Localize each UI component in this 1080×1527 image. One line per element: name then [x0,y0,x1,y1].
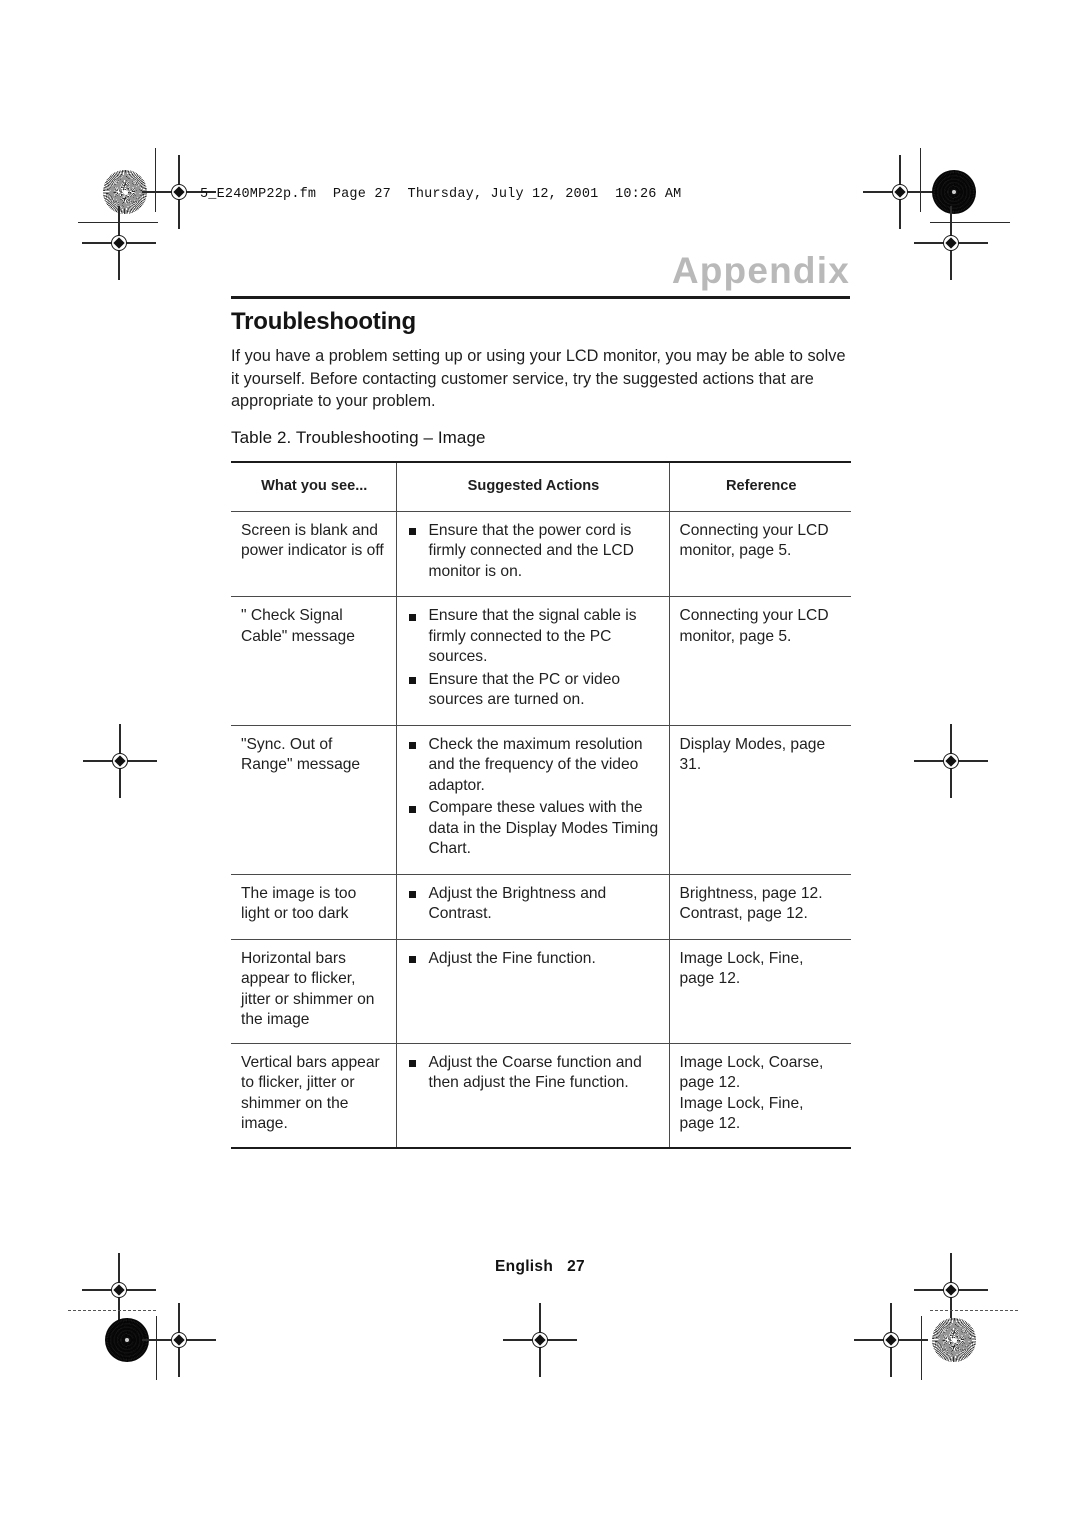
crop-rule-vertical [921,1316,923,1380]
intro-paragraph: If you have a problem setting up or usin… [231,347,846,410]
cell-symptom: The image is too light or too dark [231,874,396,940]
cell-symptom: " Check Signal Cable" message [231,596,396,726]
crop-rule-vertical [155,148,157,212]
reference-line: Contrast, page 12. [679,905,808,922]
table-caption: Table 2. Troubleshooting – Image [231,428,486,447]
column-header-suggested-actions: Suggested Actions [395,461,669,512]
cell-reference: Brightness, page 12. Contrast, page 12. [668,874,851,940]
cell-suggested-actions: Ensure that the power cord is firmly con… [395,511,669,597]
footer-page-number: 27 [567,1258,585,1275]
column-header-what-you-see: What you see... [231,461,396,512]
table-row: Screen is blank and power indicator is o… [231,511,851,597]
cell-symptom: Horizontal bars appear to flicker, jitte… [231,939,396,1044]
table-row: The image is too light or too dark Adjust… [231,874,851,940]
action-list: Check the maximum resolution and the fre… [407,735,661,860]
cell-symptom: Screen is blank and power indicator is o… [231,511,396,597]
reference-line: page 12. [679,1115,741,1132]
registration-crosshair-icon [142,155,216,229]
crop-rule-horizontal [930,222,1010,224]
action-item: Adjust the Fine function. [407,949,661,970]
heading-divider [231,296,850,299]
registration-crosshair-icon [83,724,157,798]
registration-crosshair-icon [142,1303,216,1377]
cell-symptom: "Sync. Out of Range" message [231,725,396,875]
registration-ringdot-icon [932,170,976,214]
action-list: Adjust the Brightness and Contrast. [407,884,661,925]
reference-line: page 12. [679,970,741,987]
cell-suggested-actions: Adjust the Coarse function and then adju… [395,1043,669,1149]
crop-rule-vertical [920,148,922,212]
reference-line: Image Lock, Coarse, [679,1053,824,1071]
registration-starburst-icon [103,170,147,214]
cell-suggested-actions: Check the maximum resolution and the fre… [395,725,669,875]
action-list: Adjust the Fine function. [407,949,661,970]
column-header-reference: Reference [668,461,851,512]
registration-crosshair-icon [503,1303,577,1377]
action-item: Compare these values with the data in th… [407,798,661,860]
registration-crosshair-icon [82,1253,156,1327]
action-list: Adjust the Coarse function and then adju… [407,1053,661,1094]
page-title: Troubleshooting [231,308,416,335]
table-header-row: What you see... Suggested Actions Refere… [231,461,851,512]
troubleshooting-table: What you see... Suggested Actions Refere… [231,461,851,1149]
cell-reference: Display Modes, page 31. [668,725,851,875]
footer-language: English [495,1258,554,1275]
reference-line: Connecting your LCD monitor, page 5. [679,607,829,645]
crop-rule-dashed [930,1310,1018,1311]
file-stamp: 5_E240MP22p.fm Page 27 Thursday, July 12… [200,187,682,202]
table-row: "Sync. Out of Range" message Check the ma… [231,725,851,875]
registration-crosshair-icon [914,206,988,280]
reference-line: Image Lock, Fine, [679,1094,804,1112]
action-item: Adjust the Coarse function and then adju… [407,1053,661,1094]
crop-rule-vertical [156,1316,158,1380]
registration-crosshair-icon [854,1303,928,1377]
cell-suggested-actions: Adjust the Fine function. [395,939,669,1044]
crop-rule-dashed [68,1310,156,1311]
action-list: Ensure that the signal cable is firmly c… [407,606,661,711]
cell-reference: Image Lock, Fine, page 12. [668,939,851,1044]
registration-crosshair-icon [914,1253,988,1327]
reference-line: Image Lock, Fine, [679,949,804,967]
cell-suggested-actions: Adjust the Brightness and Contrast. [395,874,669,940]
table-row: Horizontal bars appear to flicker, jitte… [231,939,851,1044]
reference-line: Connecting your LCD monitor, page 5. [679,521,829,560]
action-item: Adjust the Brightness and Contrast. [407,884,661,925]
reference-line: page 12. [679,1074,741,1091]
action-item: Ensure that the power cord is firmly con… [407,521,661,583]
table-row: Vertical bars appear to flicker, jitter … [231,1043,851,1149]
cell-reference: Connecting your LCD monitor, page 5. [668,596,851,726]
document-page: 5_E240MP22p.fm Page 27 Thursday, July 12… [0,0,1080,1527]
cell-symptom: Vertical bars appear to flicker, jitter … [231,1043,396,1149]
action-item: Check the maximum resolution and the fre… [407,735,661,797]
action-list: Ensure that the power cord is firmly con… [407,521,661,583]
cell-suggested-actions: Ensure that the signal cable is firmly c… [395,596,669,726]
registration-crosshair-icon [863,155,937,229]
appendix-heading: Appendix [671,250,850,291]
cell-reference: Image Lock, Coarse, page 12. Image Lock, F… [668,1043,851,1149]
reference-line: Brightness, page 12. [679,884,823,902]
registration-crosshair-icon [82,206,156,280]
cell-reference: Connecting your LCD monitor, page 5. [668,511,851,597]
reference-line: Display Modes, page 31. [679,735,826,774]
action-item: Ensure that the PC or video sources are … [407,670,661,711]
page-footer: English 27 [0,1258,1080,1276]
registration-crosshair-icon [914,724,988,798]
registration-starburst-icon [932,1318,976,1362]
table-row: " Check Signal Cable" message Ensure that… [231,596,851,726]
action-item: Ensure that the signal cable is firmly c… [407,606,661,668]
